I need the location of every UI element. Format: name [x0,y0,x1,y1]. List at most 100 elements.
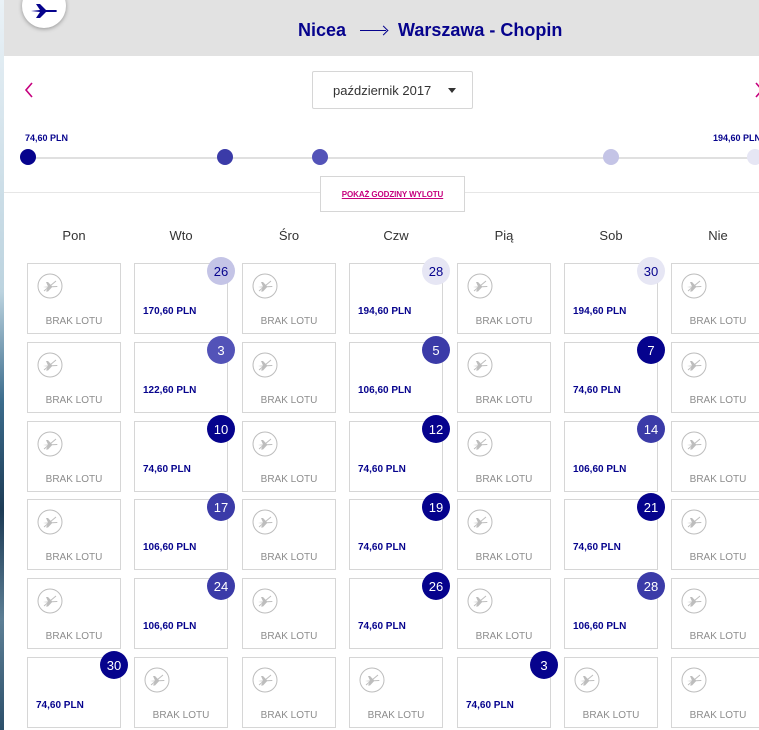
no-flight-label: BRAK LOTU [45,552,103,563]
no-flight-plane-icon [574,667,600,693]
calendar-no-flight-cell: BRAK LOTU [27,421,121,492]
no-flight-icon [37,273,63,299]
no-flight-icon [144,667,170,693]
calendar-no-flight-cell: BRAK LOTU [457,578,551,649]
day-number-badge: 30 [637,257,665,285]
no-flight-label: BRAK LOTU [260,552,318,563]
no-flight-plane-icon [467,431,493,457]
calendar-day-cell[interactable]: 194,60 PLN 28 [349,257,450,334]
day-price: 74,60 PLN [358,542,406,553]
calendar-day-cell[interactable]: 106,60 PLN 5 [349,336,450,413]
day-number-badge: 10 [207,415,235,443]
calendar-day-cell[interactable]: 106,60 PLN 14 [564,415,665,492]
no-flight-plane-icon [359,667,385,693]
chevron-right-icon [755,82,759,98]
day-price: 170,60 PLN [143,306,197,317]
day-price: 74,60 PLN [143,464,191,475]
airplane-logo-icon [31,4,57,18]
calendar-day-cell[interactable]: 74,60 PLN 3 [457,651,558,728]
show-departure-hours-button[interactable]: POKAŻ GODZINY WYLOTU [320,176,465,212]
no-flight-plane-icon [681,509,707,535]
no-flight-label: BRAK LOTU [152,710,210,721]
day-number-badge: 26 [207,257,235,285]
calendar-day-cell[interactable]: 74,60 PLN 19 [349,493,450,570]
no-flight-icon [681,431,707,457]
no-flight-plane-icon [681,667,707,693]
no-flight-label: BRAK LOTU [260,710,318,721]
calendar-day-cell[interactable]: 74,60 PLN 7 [564,336,665,413]
previous-month-button[interactable] [22,80,36,100]
no-flight-label: BRAK LOTU [45,316,103,327]
no-flight-icon [37,352,63,378]
route-arrow-icon [360,30,387,31]
calendar-no-flight-cell: BRAK LOTU [671,578,759,649]
day-price: 74,60 PLN [358,621,406,632]
calendar-no-flight-cell: BRAK LOTU [671,657,759,728]
calendar-no-flight-cell: BRAK LOTU [27,263,121,334]
month-dropdown[interactable]: październik 2017 [312,71,473,109]
day-number-badge: 28 [637,572,665,600]
price-slider-track [28,157,759,159]
route-title: Nicea Warszawa - Chopin [298,20,562,41]
no-flight-icon [467,509,493,535]
day-price: 106,60 PLN [573,464,627,475]
no-flight-icon [681,509,707,535]
day-number-badge: 26 [422,572,450,600]
weekday-label: Wto [169,228,193,243]
calendar-no-flight-cell: BRAK LOTU [457,263,551,334]
no-flight-icon [467,352,493,378]
no-flight-label: BRAK LOTU [475,316,533,327]
no-flight-plane-icon [144,667,170,693]
no-flight-label: BRAK LOTU [475,474,533,485]
price-dot-highest [747,149,759,165]
no-flight-plane-icon [681,352,707,378]
weekday-label: Sob [599,228,623,243]
day-number-badge: 19 [422,493,450,521]
no-flight-icon [37,509,63,535]
calendar-day-cell[interactable]: 106,60 PLN 17 [134,493,235,570]
calendar-no-flight-cell: BRAK LOTU [242,499,336,570]
day-price: 74,60 PLN [358,464,406,475]
calendar-day-cell[interactable]: 122,60 PLN 3 [134,336,235,413]
price-dot-lowest [20,149,36,165]
no-flight-plane-icon [37,509,63,535]
weekday-label: Pon [62,228,86,243]
calendar-day-cell[interactable]: 74,60 PLN 12 [349,415,450,492]
calendar-day-cell[interactable]: 74,60 PLN 10 [134,415,235,492]
calendar-no-flight-cell: BRAK LOTU [242,421,336,492]
no-flight-plane-icon [252,352,278,378]
destination-city: Warszawa - Chopin [398,20,563,40]
no-flight-label: BRAK LOTU [475,395,533,406]
day-number-badge: 21 [637,493,665,521]
no-flight-label: BRAK LOTU [582,710,640,721]
calendar-day-cell[interactable]: 194,60 PLN 30 [564,257,665,334]
no-flight-label: BRAK LOTU [689,395,747,406]
day-price: 106,60 PLN [143,542,197,553]
month-dropdown-value: październik 2017 [333,82,432,98]
day-number-badge: 5 [422,336,450,364]
next-month-button[interactable] [752,80,759,100]
no-flight-plane-icon [37,431,63,457]
day-price: 194,60 PLN [573,306,627,317]
weekday-label: Nie [708,228,728,243]
no-flight-icon [681,352,707,378]
day-number-badge: 3 [530,651,558,679]
no-flight-label: BRAK LOTU [475,552,533,563]
no-flight-plane-icon [252,509,278,535]
calendar-day-cell[interactable]: 74,60 PLN 21 [564,493,665,570]
weekday-label: Śro [278,228,300,243]
min-price-label: 74,60 PLN [25,133,69,143]
calendar-day-cell[interactable]: 106,60 PLN 24 [134,572,235,649]
calendar-no-flight-cell: BRAK LOTU [457,499,551,570]
no-flight-icon [252,431,278,457]
calendar-day-cell[interactable]: 74,60 PLN 26 [349,572,450,649]
calendar-day-cell[interactable]: 170,60 PLN 26 [134,257,235,334]
no-flight-icon [574,667,600,693]
weekday-label: Pią [494,228,514,243]
no-flight-plane-icon [681,273,707,299]
price-dot-mid [312,149,328,165]
calendar-no-flight-cell: BRAK LOTU [671,421,759,492]
no-flight-plane-icon [252,588,278,614]
calendar-day-cell[interactable]: 74,60 PLN 30 [27,651,128,728]
calendar-day-cell[interactable]: 106,60 PLN 28 [564,572,665,649]
